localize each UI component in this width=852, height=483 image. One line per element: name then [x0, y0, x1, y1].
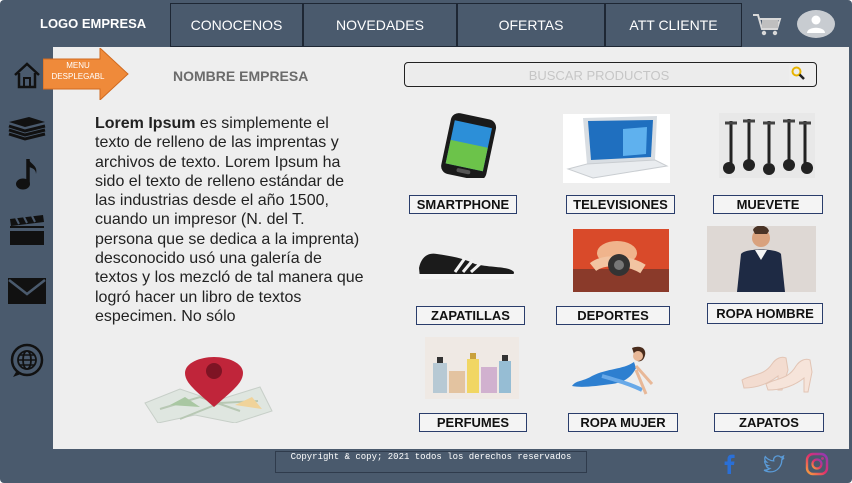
search-input[interactable] [409, 65, 789, 85]
location-map-icon [144, 357, 273, 423]
search-bar [404, 62, 817, 87]
mens-clothing-image[interactable] [707, 226, 816, 292]
mail-icon[interactable] [6, 272, 48, 310]
books-icon[interactable] [6, 110, 48, 148]
intro-paragraph: Lorem Ipsum es simplemente el texto de r… [95, 114, 365, 326]
menu-dropdown-label: MENU DESPLEGABL [51, 61, 105, 81]
nav-att-cliente[interactable]: ATT CLIENTE [605, 3, 742, 47]
category-zapatillas[interactable]: ZAPATILLAS [416, 306, 525, 325]
perfumes-image[interactable] [425, 337, 519, 399]
twitter-icon[interactable] [762, 452, 786, 476]
intro-bold: Lorem Ipsum [95, 115, 196, 132]
category-televisiones[interactable]: TELEVISIONES [566, 195, 675, 214]
app-frame: LOGO EMPRESA CONOCENOS NOVEDADES OFERTAS… [0, 0, 852, 483]
laptop-image[interactable] [563, 114, 670, 183]
nav-ofertas[interactable]: OFERTAS [457, 3, 605, 47]
womens-clothing-image[interactable] [572, 340, 664, 402]
nav-conocenos[interactable]: CONOCENOS [170, 3, 303, 47]
sports-image[interactable] [573, 229, 669, 292]
nav-novedades[interactable]: NOVEDADES [303, 3, 457, 47]
globe-chat-icon[interactable] [6, 342, 48, 380]
search-icon[interactable] [790, 65, 806, 81]
category-muevete[interactable]: MUEVETE [713, 195, 823, 214]
category-smartphone[interactable]: SMARTPHONE [409, 195, 517, 214]
shoes-image[interactable] [738, 346, 814, 394]
category-zapatos[interactable]: ZAPATOS [714, 413, 824, 432]
smartphone-image[interactable] [432, 112, 508, 178]
category-perfumes[interactable]: PERFUMES [419, 413, 527, 432]
instagram-icon[interactable] [805, 452, 829, 476]
facebook-icon[interactable] [718, 452, 742, 476]
home-icon[interactable] [6, 56, 48, 94]
category-deportes[interactable]: DEPORTES [556, 306, 670, 325]
category-ropa-mujer[interactable]: ROPA MUJER [568, 413, 678, 432]
shopping-cart-icon[interactable] [752, 12, 782, 38]
clapperboard-icon[interactable] [6, 212, 48, 250]
user-avatar-icon[interactable] [797, 10, 835, 38]
music-note-icon[interactable] [6, 156, 48, 194]
scooters-image[interactable] [719, 113, 815, 178]
sneakers-image[interactable] [417, 244, 516, 282]
company-name: NOMBRE EMPRESA [173, 68, 309, 84]
intro-text: es simplemente el texto de relleno de la… [95, 115, 364, 325]
copyright-text: Copyright & copy; 2021 todos los derecho… [275, 451, 587, 473]
category-ropa-hombre[interactable]: ROPA HOMBRE [707, 303, 823, 324]
company-logo[interactable]: LOGO EMPRESA [0, 0, 170, 47]
